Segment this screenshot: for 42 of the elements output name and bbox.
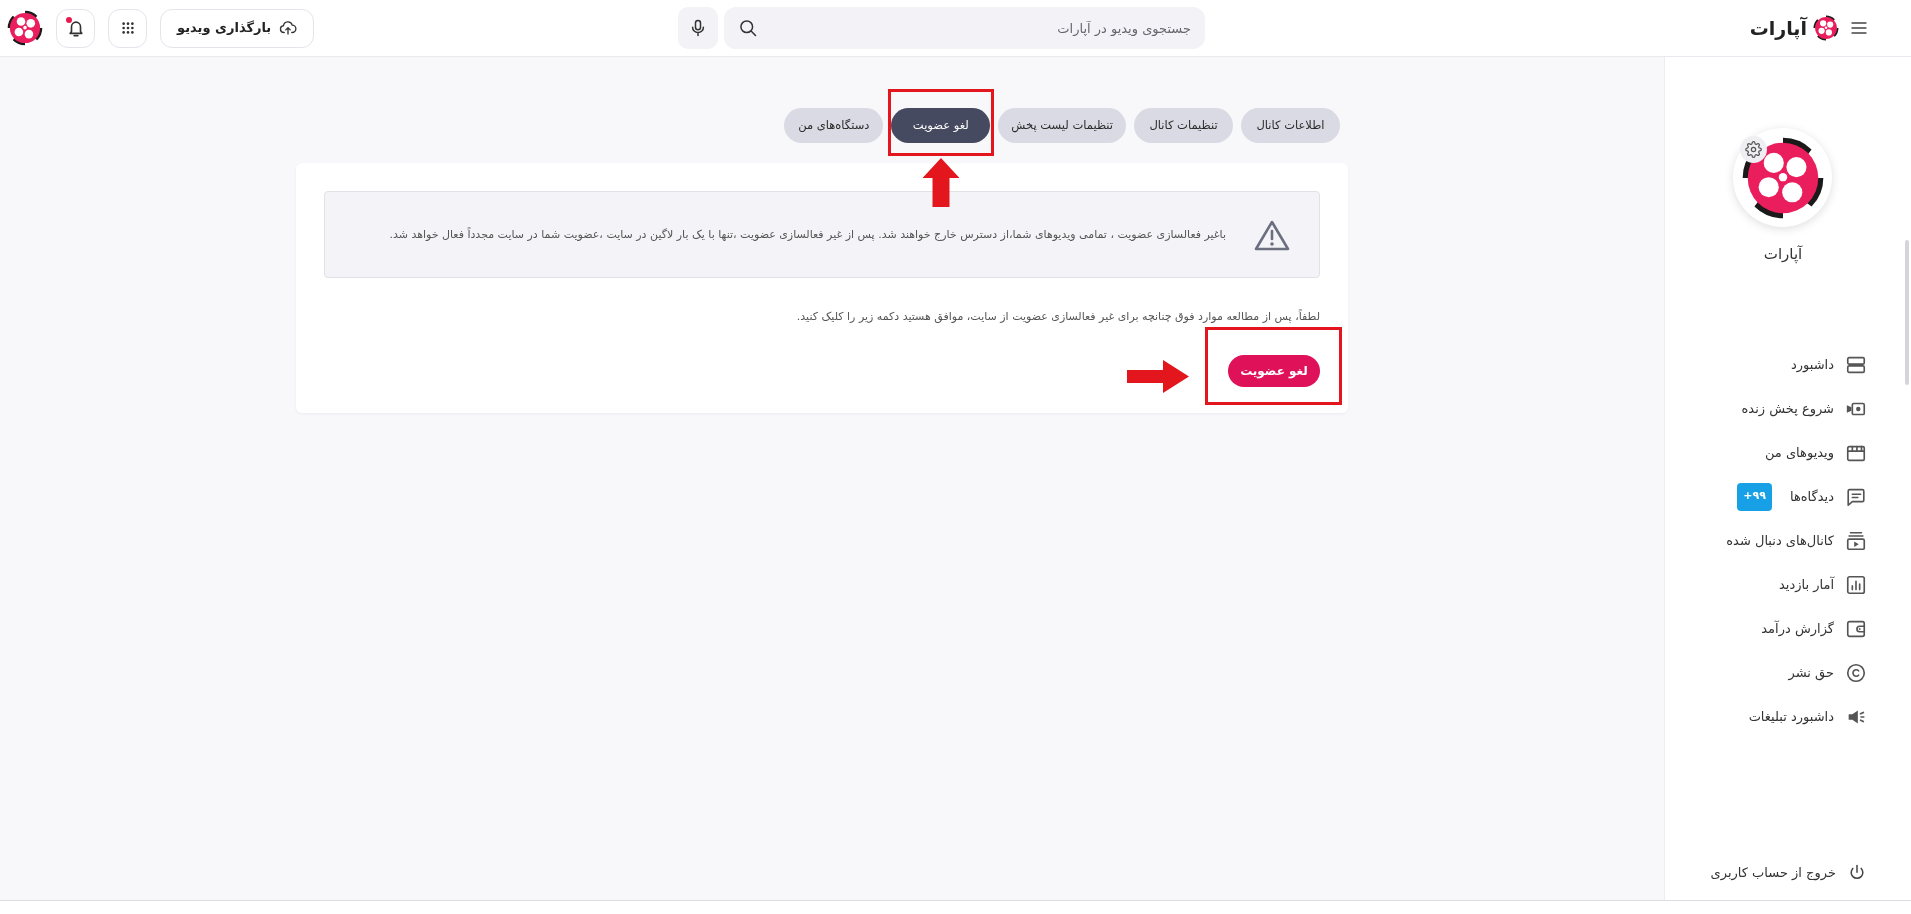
- sidebar-item[interactable]: ویدیوهای من: [1665, 430, 1911, 475]
- menu-icon[interactable]: [1851, 22, 1867, 34]
- tab[interactable]: تنظیمات لیست پخش: [998, 108, 1126, 143]
- sidebar-item[interactable]: حق نشر: [1665, 650, 1911, 695]
- profile-avatar[interactable]: [7, 10, 43, 46]
- microphone-button[interactable]: [678, 7, 718, 49]
- sidebar-item[interactable]: شروع پخش زنده: [1665, 386, 1911, 431]
- cloud-upload-icon: [279, 19, 298, 37]
- logo-icon: [1813, 15, 1839, 41]
- sidebar-item[interactable]: دیدگاه‌ها ۹۹+: [1665, 474, 1911, 519]
- warning-icon: [1254, 218, 1290, 251]
- sidebar-item[interactable]: داشبورد: [1665, 342, 1911, 387]
- search-field[interactable]: جستجوی ویدیو در آپارات: [724, 7, 1205, 49]
- annotation-arrow: [1127, 360, 1189, 393]
- logout-link[interactable]: خروج از حساب کاربری: [1665, 851, 1911, 895]
- gear-icon[interactable]: [1740, 136, 1767, 163]
- tab[interactable]: تنظیمات کانال: [1134, 108, 1233, 143]
- upload-button[interactable]: بارگذاری ویدیو: [160, 8, 315, 48]
- play-stack-icon: [1845, 529, 1867, 552]
- cancel-membership-button[interactable]: لغو عضویت: [1228, 355, 1320, 387]
- annotation-arrow: [922, 158, 960, 207]
- bar-chart-icon: [1845, 573, 1867, 596]
- grid-icon: [120, 21, 135, 35]
- copyright-icon: [1845, 661, 1867, 684]
- scrollbar-thumb[interactable]: [1905, 240, 1909, 385]
- search-icon[interactable]: [738, 18, 758, 38]
- sidebar-item[interactable]: کانال‌های دنبال شده: [1665, 518, 1911, 563]
- tab[interactable]: دستگاه‌های من: [784, 108, 884, 143]
- sidebar-item[interactable]: آمار بازدید: [1665, 562, 1911, 607]
- tab[interactable]: لغو عضویت: [891, 108, 991, 143]
- warning-text: باغیر فعالسازی عضویت ، تمامی ویدیوهای شما،از دسترس خارج خواهند شد. پس از غیر فعالسازی عضویت ،تنها با یک بار لاگین در سایت ،عضویت شما در سایت مجدداً فعال خواهد شد.: [389, 226, 1226, 243]
- logo-link[interactable]: آپارات: [1749, 13, 1839, 43]
- channel-name: آپارات: [1763, 244, 1803, 266]
- logo-icon: [1740, 135, 1825, 220]
- bell-icon: [66, 18, 85, 38]
- count-badge: ۹۹+: [1737, 482, 1772, 511]
- notifications-button[interactable]: [56, 8, 95, 48]
- tab[interactable]: اطلاعات کانال: [1241, 108, 1340, 143]
- sidebar-item[interactable]: داشبورد تبلیغات: [1665, 694, 1911, 739]
- apps-button[interactable]: [108, 8, 147, 48]
- instruction-text: لطفاً، پس از مطالعه موارد فوق چنانچه برای غیر فعالسازی عضویت از سایت، موافق هستید دکمه زیر را کلیک کنید.: [796, 309, 1320, 325]
- sidebar-item[interactable]: گزارش درآمد: [1665, 606, 1911, 651]
